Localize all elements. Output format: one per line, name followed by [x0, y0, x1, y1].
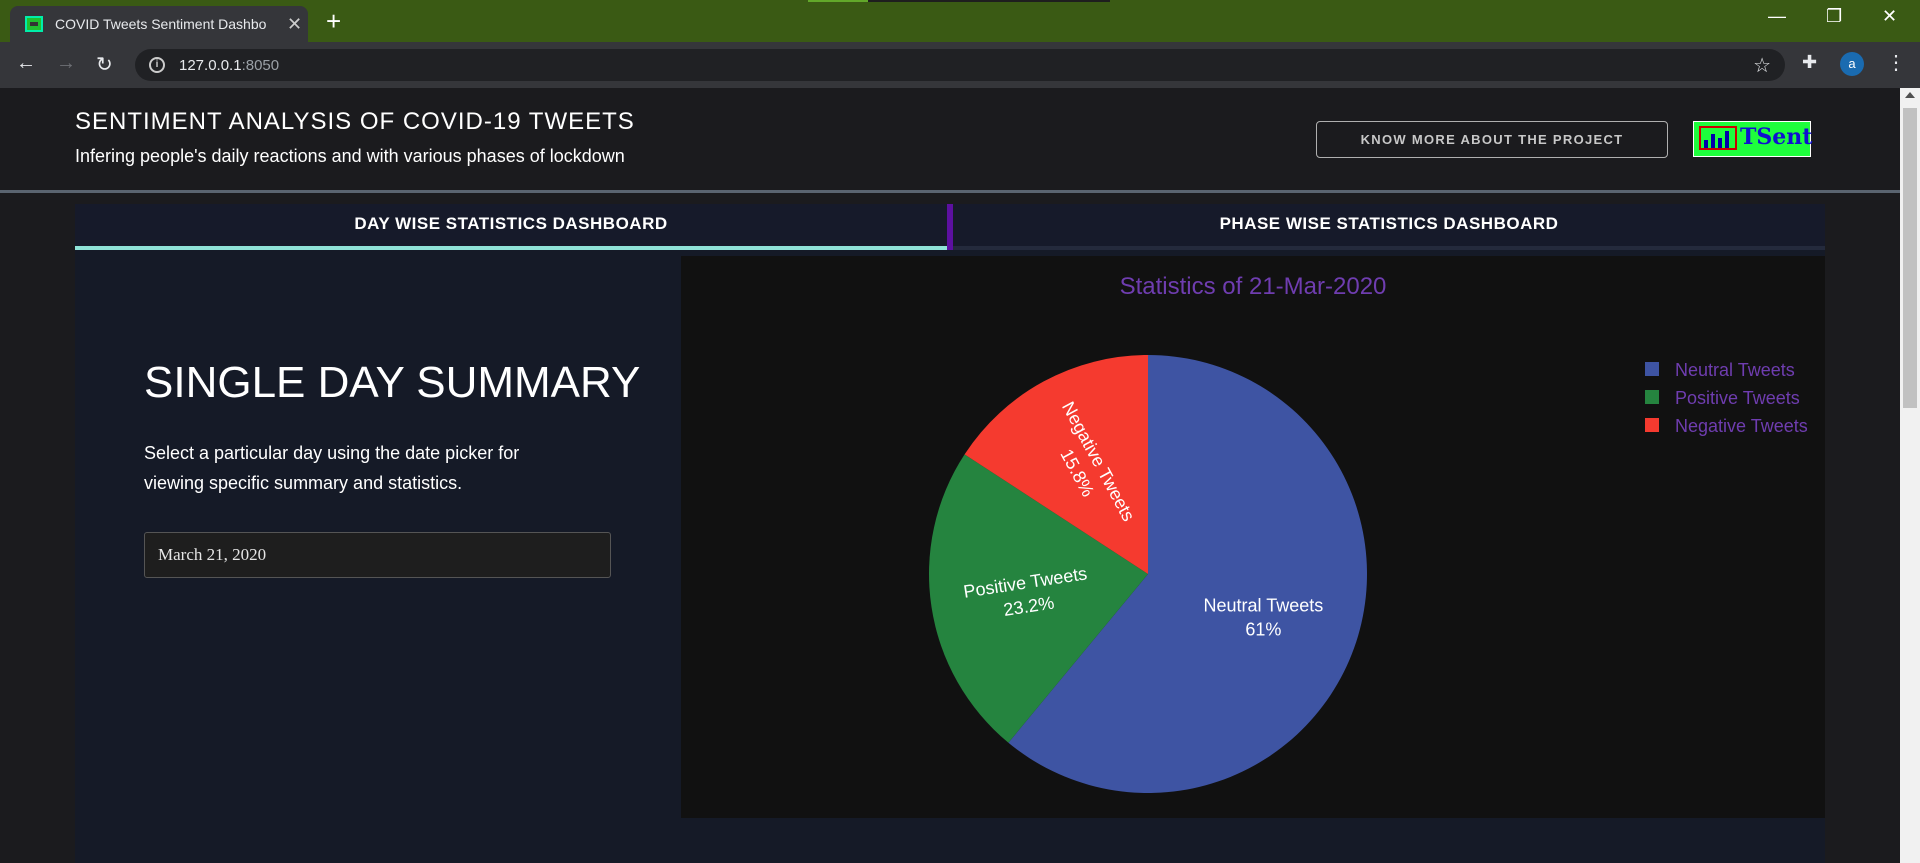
site-info-icon[interactable]: i: [149, 57, 165, 73]
browser-tab[interactable]: COVID Tweets Sentiment Dashbo ✕: [10, 6, 308, 42]
page-subtitle: Infering people's daily reactions and wi…: [75, 146, 625, 166]
pie-label-value-neutral: 61%: [1245, 620, 1281, 640]
logo-chart-icon: [1699, 126, 1737, 150]
minimize-icon[interactable]: —: [1768, 6, 1786, 27]
legend-item-neutral: Neutral Tweets: [1675, 360, 1795, 380]
pie-chart-panel: Statistics of 21-Mar-2020 Neutral Tweets 6…: [681, 256, 1825, 818]
browser-toolbar: ← → ↻ i 127.0.0.1:8050 ☆: [0, 42, 1920, 88]
chart-title: Statistics of 21-Mar-2020: [1120, 273, 1387, 300]
dashboard-page: SENTIMENT ANALYSIS OF COVID-19 TWEETS In…: [0, 88, 1900, 863]
page-title: SENTIMENT ANALYSIS OF COVID-19 TWEETS: [75, 108, 635, 135]
restore-icon[interactable]: ❐: [1826, 6, 1842, 27]
tab-strip-highlight: [808, 0, 868, 2]
legend-swatch-positive: [1645, 390, 1659, 404]
window-close-icon[interactable]: ✕: [1882, 6, 1897, 27]
sentiment-pie-chart: Statistics of 21-Mar-2020 Neutral Tweets 6…: [929, 273, 1808, 793]
address-bar[interactable]: i 127.0.0.1:8050 ☆: [135, 49, 1785, 81]
tab-phase-wise-label: PHASE WISE STATISTICS DASHBOARD: [1219, 214, 1559, 233]
legend-swatch-neutral: [1645, 362, 1659, 376]
know-more-button[interactable]: KNOW MORE ABOUT THE PROJECT: [1316, 121, 1668, 158]
tab-strip-highlight-dark: [868, 0, 1110, 2]
tab-close-icon[interactable]: ✕: [287, 14, 302, 35]
tab-content: SINGLE DAY SUMMARY Select a particular d…: [75, 250, 1825, 863]
summary-description: Select a particular day using the date p…: [144, 443, 520, 493]
tsent-logo[interactable]: TSent: [1693, 121, 1813, 157]
browser-tab-title: COVID Tweets Sentiment Dashbo: [55, 16, 267, 32]
tab-day-wise-label: DAY WISE STATISTICS DASHBOARD: [354, 214, 668, 233]
dashboard-tabs: DAY WISE STATISTICS DASHBOARD PHASE WISE…: [75, 204, 1825, 254]
extensions-icon[interactable]: ✚: [1802, 52, 1817, 73]
reload-icon[interactable]: ↻: [96, 52, 113, 77]
pie-label-name-neutral: Neutral Tweets: [1204, 596, 1324, 616]
date-picker-input[interactable]: [144, 532, 611, 578]
forward-icon[interactable]: →: [56, 52, 76, 75]
summary-title: SINGLE DAY SUMMARY: [144, 358, 641, 407]
url-host: 127.0.0.1: [179, 57, 242, 74]
header-divider: [0, 190, 1900, 193]
legend-item-positive: Positive Tweets: [1675, 388, 1800, 408]
browser-menu-icon[interactable]: ⋮: [1886, 50, 1906, 75]
legend-swatch-negative: [1645, 418, 1659, 432]
scroll-up-icon[interactable]: [1905, 92, 1915, 98]
url-port: :8050: [241, 57, 280, 74]
browser-tab-bar: COVID Tweets Sentiment Dashbo ✕ + — ❐ ✕: [0, 0, 1920, 42]
favicon-icon: [25, 16, 43, 32]
tab-day-wise[interactable]: DAY WISE STATISTICS DASHBOARD: [75, 204, 947, 250]
back-icon[interactable]: ←: [16, 52, 36, 75]
url-text: 127.0.0.1:8050: [179, 57, 279, 74]
page-scrollbar[interactable]: [1900, 88, 1920, 863]
new-tab-icon[interactable]: +: [326, 6, 341, 37]
legend-item-negative: Negative Tweets: [1675, 416, 1808, 436]
profile-avatar[interactable]: a: [1840, 52, 1864, 76]
scrollbar-thumb[interactable]: [1903, 108, 1917, 408]
bookmark-star-icon[interactable]: ☆: [1753, 53, 1771, 78]
tab-phase-wise[interactable]: PHASE WISE STATISTICS DASHBOARD: [953, 204, 1825, 250]
logo-text: TSent: [1740, 124, 1813, 150]
